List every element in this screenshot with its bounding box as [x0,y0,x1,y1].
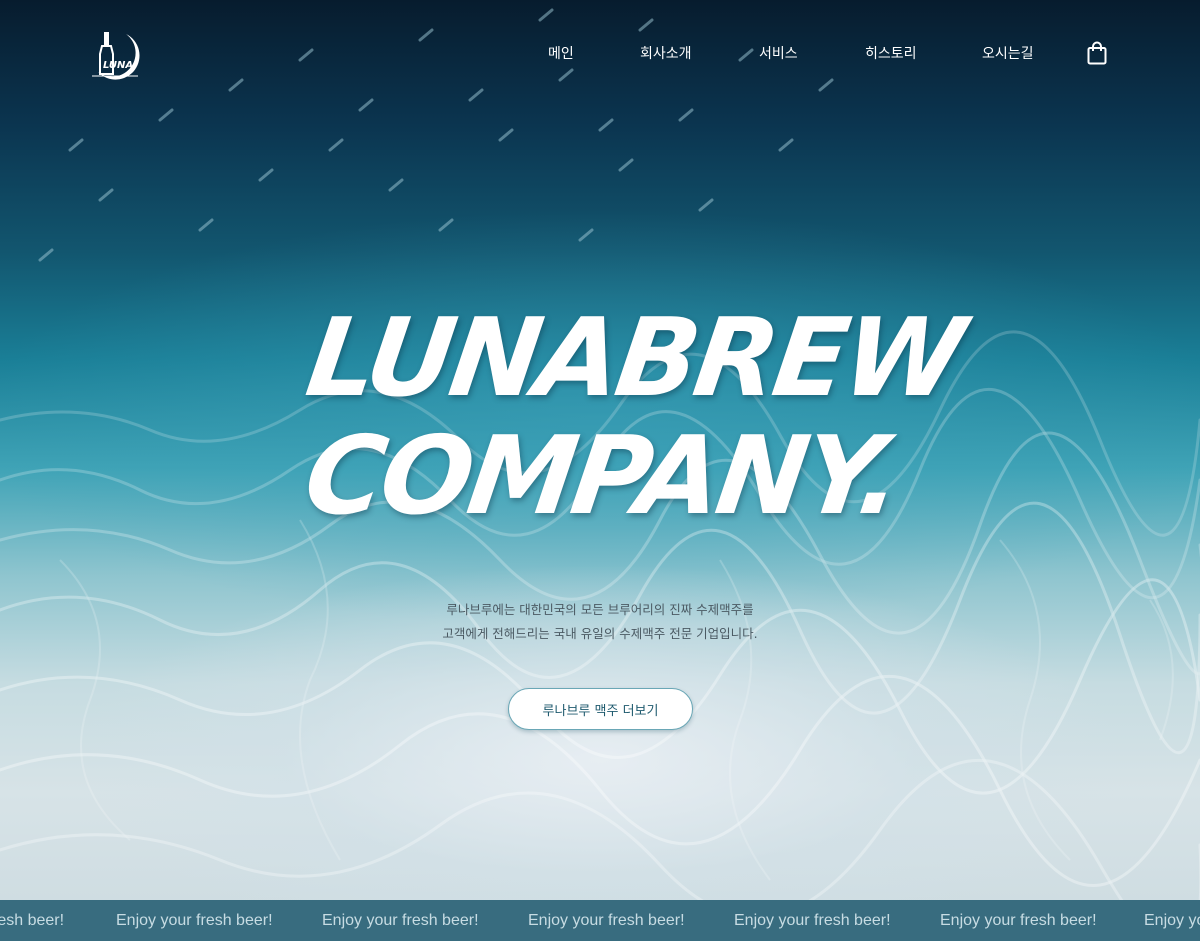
ticker-item: Enjoy your fresh beer! [322,912,479,929]
nav-item-history[interactable]: 히스토리 [865,44,917,64]
headline-line-1: LUNABREW [299,296,969,421]
shopping-bag-icon [1087,41,1107,65]
nav-item-directions[interactable]: 오시는길 [982,44,1034,64]
marquee-ticker: resh beer! Enjoy your fresh beer! Enjoy … [0,900,1200,941]
ticker-item: Enjoy your fresh beer! [940,912,1097,929]
more-beer-button[interactable]: 루나브루 맥주 더보기 [508,688,693,730]
ticker-item: Enjoy your [1144,912,1200,929]
ticker-item: Enjoy your fresh beer! [116,912,273,929]
main-nav: 메인 회사소개 서비스 히스토리 오시는길 [0,44,1200,68]
ticker-item: resh beer! [0,912,65,929]
ticker-item: Enjoy your fresh beer! [528,912,685,929]
description-line-2: 고객에게 전해드리는 국내 유일의 수제맥주 전문 기업입니다. [442,626,758,641]
description-line-1: 루나브루에는 대한민국의 모든 브루어리의 진짜 수제맥주를 [446,602,754,617]
cart-button[interactable] [1086,41,1108,65]
nav-item-about[interactable]: 회사소개 [640,44,692,64]
hero-description: 루나브루에는 대한민국의 모든 브루어리의 진짜 수제맥주를 고객에게 전해드리… [360,598,840,646]
ticker-item: Enjoy your fresh beer! [734,912,891,929]
headline-line-2: COMPANY. [297,414,907,539]
nav-item-main[interactable]: 메인 [548,44,574,64]
hero-headline: LUNABREW COMPANY. [283,296,969,539]
nav-item-services[interactable]: 서비스 [759,44,798,64]
